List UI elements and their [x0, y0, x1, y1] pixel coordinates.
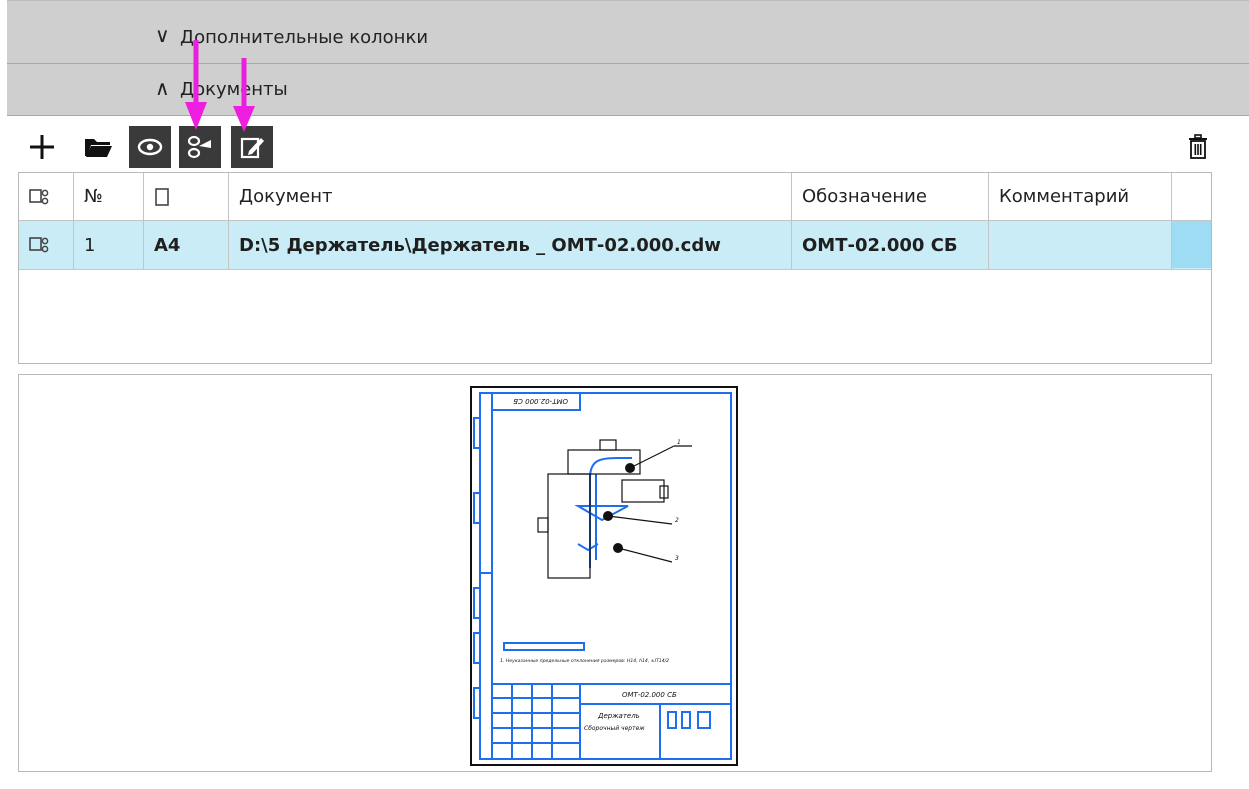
link-document-button[interactable]	[179, 126, 221, 168]
row-document-path: D:\5 Держатель\Держатель _ ОМТ-02.000.cd…	[229, 221, 792, 269]
plus-icon	[30, 135, 54, 159]
add-document-button[interactable]	[21, 126, 63, 168]
drawing-thumbnail[interactable]: 1 2 3 ОМТ-02.000 СБ 1. Неуказанные преде…	[470, 386, 738, 766]
row-comment	[989, 221, 1172, 269]
header-document[interactable]: Документ	[229, 173, 792, 221]
chevron-down-icon: ∨	[155, 23, 170, 47]
chevron-up-icon: ∧	[155, 76, 170, 100]
edit-document-icon	[240, 137, 264, 159]
drawing-note: 1. Неуказанные предельные отклонения раз…	[500, 658, 669, 664]
table-row[interactable]: 1 А4 D:\5 Держатель\Держатель _ ОМТ-02.0…	[19, 221, 1211, 270]
callout-3: 3	[675, 555, 679, 562]
callout-1: 1	[677, 439, 681, 446]
open-folder-button[interactable]	[77, 126, 119, 168]
header-filler	[1172, 173, 1211, 221]
row-number: 1	[74, 221, 144, 269]
view-document-button[interactable]	[129, 126, 171, 168]
document-preview-panel: 1 2 3 ОМТ-02.000 СБ 1. Неуказанные преде…	[18, 374, 1212, 772]
row-selection-tail	[1172, 221, 1211, 268]
annotation-arrow-edit	[233, 58, 255, 132]
row-format: А4	[144, 221, 229, 269]
linked-document-icon	[29, 237, 49, 253]
stamp-code: ОМТ-02.000 СБ	[622, 691, 677, 699]
extra-columns-label: Дополнительные колонки	[180, 27, 429, 48]
linked-document-icon	[29, 188, 49, 204]
header-designation[interactable]: Обозначение	[792, 173, 989, 221]
folder-icon	[85, 139, 112, 157]
header-comment[interactable]: Комментарий	[989, 173, 1172, 221]
trash-icon	[1189, 134, 1207, 159]
stamp-code-top: ОМТ-02.000 СБ	[513, 397, 568, 405]
eye-icon	[137, 138, 163, 156]
annotation-arrow-link	[185, 40, 207, 130]
header-format[interactable]	[144, 173, 229, 221]
sheet-format-icon	[155, 187, 169, 206]
assembly-drawing-preview: 1 2 3 ОМТ-02.000 СБ 1. Неуказанные преде…	[473, 392, 732, 760]
callout-2: 2	[675, 517, 679, 524]
row-link-status	[19, 221, 74, 269]
link-icon	[187, 135, 211, 159]
delete-document-button[interactable]	[1177, 126, 1219, 168]
header-number[interactable]: №	[74, 173, 144, 221]
stamp-title: Держатель	[597, 712, 640, 720]
header-link-status[interactable]	[19, 173, 74, 221]
documents-table: № Документ Обозначение Комментарий 1 А4 …	[18, 172, 1212, 364]
stamp-subtitle: Сборочный чертеж	[584, 725, 645, 732]
row-designation: ОМТ-02.000 СБ	[792, 221, 989, 269]
